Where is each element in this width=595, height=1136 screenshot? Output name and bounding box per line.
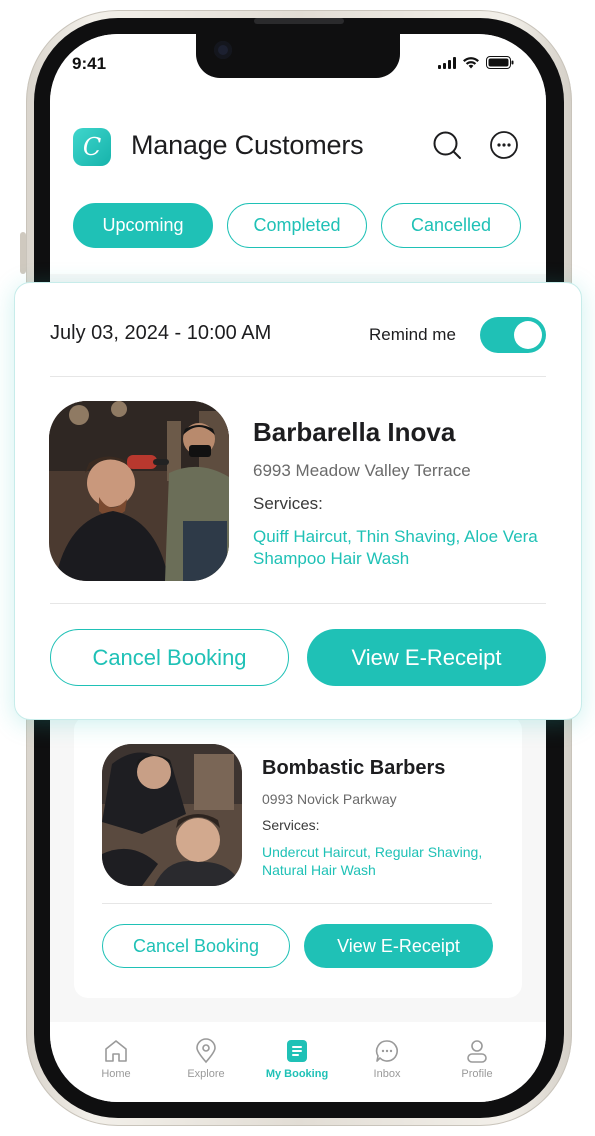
- user-icon: [467, 1040, 487, 1063]
- chat-icon: [375, 1040, 398, 1062]
- nav-label-my-booking: My Booking: [265, 1068, 329, 1080]
- divider: [50, 376, 546, 377]
- wifi-icon: [463, 57, 479, 69]
- cancel-booking-button-secondary[interactable]: Cancel Booking: [102, 924, 290, 968]
- tab-upcoming[interactable]: Upcoming: [73, 203, 213, 248]
- camera: [214, 41, 232, 59]
- booking-icon: [287, 1040, 307, 1062]
- barber-photo-secondary: [102, 744, 242, 886]
- view-receipt-button[interactable]: View E-Receipt: [307, 629, 546, 686]
- tab-cancelled[interactable]: Cancelled: [381, 203, 521, 248]
- speaker: [254, 18, 344, 24]
- nav-item-inbox[interactable]: Inbox: [347, 1038, 427, 1080]
- home-icon: [105, 1040, 127, 1062]
- status-time: 9:41: [72, 54, 107, 73]
- services-main: Quiff Haircut, Thin Shaving, Aloe Vera S…: [253, 527, 538, 569]
- services-secondary: Undercut Haircut, Regular Shaving, Natur…: [262, 844, 483, 879]
- nav-label-inbox: Inbox: [373, 1068, 401, 1080]
- booking-datetime: July 03, 2024 - 10:00 AM: [50, 322, 272, 344]
- remind-toggle[interactable]: [480, 317, 546, 353]
- tab-completed[interactable]: Completed: [227, 203, 367, 248]
- side-button: [20, 232, 26, 274]
- app-logo: C: [73, 128, 111, 166]
- shop-name-secondary: Bombastic Barbers: [262, 757, 446, 779]
- divider: [102, 903, 492, 904]
- barber-photo-main: [49, 401, 229, 581]
- location-pin-icon: [196, 1038, 216, 1064]
- nav-label-home: Home: [101, 1068, 131, 1080]
- address-secondary: 0993 Novick Parkway: [262, 791, 397, 807]
- services-label-main: Services:: [253, 494, 323, 513]
- remind-label: Remind me: [369, 325, 456, 344]
- services-label-secondary: Services:: [262, 817, 320, 833]
- battery-icon: [486, 56, 514, 69]
- toggle-knob: [514, 321, 542, 349]
- nav-item-my-booking[interactable]: My Booking: [257, 1038, 337, 1080]
- search-icon[interactable]: [432, 130, 462, 160]
- nav-label-profile: Profile: [461, 1068, 493, 1080]
- nav-label-explore: Explore: [187, 1068, 225, 1080]
- more-options-icon[interactable]: [489, 130, 519, 160]
- nav-item-explore[interactable]: Explore: [166, 1038, 246, 1080]
- status-icons: [438, 56, 514, 69]
- signal-icon: [438, 56, 456, 69]
- page-title: Manage Customers: [131, 130, 364, 160]
- nav-item-profile[interactable]: Profile: [437, 1038, 517, 1080]
- address-main: 6993 Meadow Valley Terrace: [253, 461, 471, 480]
- view-receipt-button-secondary[interactable]: View E-Receipt: [304, 924, 493, 968]
- divider: [50, 603, 546, 604]
- nav-item-home[interactable]: Home: [76, 1038, 156, 1080]
- cancel-booking-button[interactable]: Cancel Booking: [50, 629, 289, 686]
- shop-name-main: Barbarella Inova: [253, 417, 456, 447]
